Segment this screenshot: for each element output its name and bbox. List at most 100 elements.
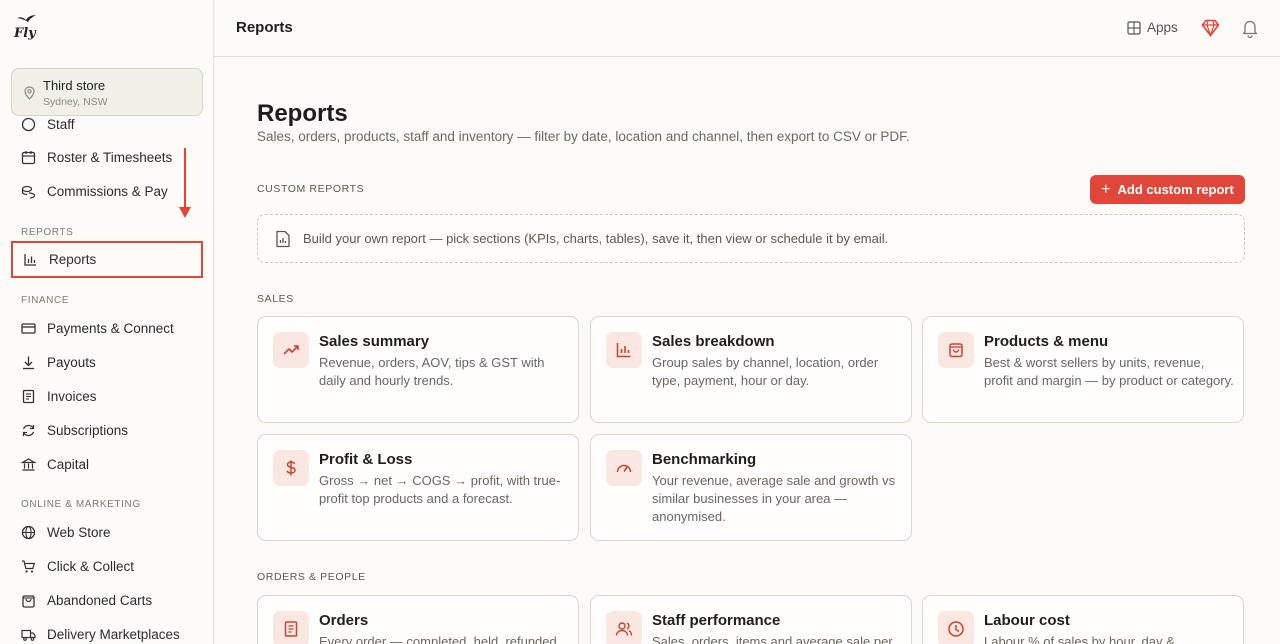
dollar-icon — [286, 460, 296, 476]
sidebar-item-subscriptions[interactable]: Subscriptions — [11, 414, 203, 446]
sidebar-item-label: Roster & Timesheets — [47, 149, 173, 165]
receipt-icon — [284, 621, 298, 637]
section-label-online: ONLINE & MARKETING — [21, 499, 141, 510]
card-description: Labour % of sales by hour, day & — [984, 634, 1175, 644]
sidebar-item-label: Web Store — [47, 524, 111, 540]
sidebar-item-label: Payouts — [47, 354, 96, 370]
sidebar-item-payouts[interactable]: Payouts — [11, 346, 203, 378]
bell-icon[interactable] — [1241, 18, 1259, 38]
sidebar-item-label: Payments & Connect — [47, 320, 174, 336]
add-custom-report-button[interactable]: + Add custom report — [1090, 175, 1245, 204]
section-label-finance: FINANCE — [21, 295, 70, 306]
invoice-icon — [22, 389, 35, 403]
section-label-orders-people: ORDERS & PEOPLE — [257, 571, 366, 583]
smile-icon — [21, 117, 36, 131]
custom-report-hint[interactable]: Build your own report — pick sections (K… — [257, 214, 1245, 263]
report-card-profit-loss[interactable]: Profit & Loss Gross → net → COGS → profi… — [257, 434, 579, 541]
report-card-sales-summary[interactable]: Sales summary Revenue, orders, AOV, tips… — [257, 316, 579, 423]
shopping-bag-icon — [949, 343, 963, 358]
section-label-reports: REPORTS — [21, 227, 74, 238]
topbar-title: Reports — [236, 19, 293, 36]
apps-button[interactable]: Apps — [1127, 20, 1178, 35]
cart-icon — [22, 559, 36, 573]
report-card-products-menu[interactable]: Products & menu Best & worst sellers by … — [922, 316, 1244, 423]
plus-icon: + — [1101, 180, 1111, 198]
sidebar-item-abandoned-carts[interactable]: Abandoned Carts — [11, 584, 203, 616]
sidebar-item-commissions[interactable]: Commissions & Pay — [11, 175, 203, 207]
sidebar-item-capital[interactable]: Capital — [11, 448, 203, 480]
icon-box — [273, 332, 309, 368]
sidebar-item-label: Click & Collect — [47, 558, 135, 574]
store-selector-overlay[interactable]: Third store Sydney, NSW — [11, 68, 203, 116]
icon-box — [273, 611, 309, 644]
sidebar-item-reports[interactable]: Reports — [11, 241, 203, 278]
card-title: Sales breakdown — [652, 333, 775, 350]
map-pin-icon — [24, 86, 35, 100]
add-custom-report-label: Add custom report — [1117, 182, 1234, 197]
icon-box — [938, 332, 974, 368]
refresh-icon — [22, 424, 35, 436]
credit-card-icon — [21, 322, 36, 334]
clock-icon — [948, 621, 964, 637]
store-name: Third store — [43, 78, 106, 93]
truck-icon — [21, 629, 36, 641]
sidebar-item-label: Delivery Marketplaces — [47, 626, 180, 642]
coins-icon — [21, 185, 36, 199]
card-title: Products & menu — [984, 333, 1109, 350]
icon-box — [273, 450, 309, 486]
sidebar-item-delivery[interactable]: Delivery Marketplaces — [11, 618, 203, 644]
section-label-custom-reports: CUSTOM REPORTS — [257, 183, 365, 195]
report-card-benchmarking[interactable]: Benchmarking Your revenue, average sale … — [590, 434, 912, 541]
custom-report-hint-text: Build your own report — pick sections (K… — [303, 231, 889, 246]
bag-icon — [22, 594, 35, 608]
sidebar-item-web-store[interactable]: Web Store — [11, 516, 203, 548]
sidebar-item-click-collect[interactable]: Click & Collect — [11, 550, 203, 582]
icon-box — [938, 611, 974, 644]
card-description: Group sales by channel, location, order … — [652, 355, 879, 388]
sidebar-item-payments[interactable]: Payments & Connect — [11, 312, 203, 344]
store-location: Sydney, NSW — [43, 96, 108, 108]
users-icon — [615, 622, 633, 636]
card-title: Staff performance — [652, 612, 781, 629]
grid-icon — [1127, 20, 1141, 35]
document-chart-icon — [276, 230, 290, 247]
icon-box — [606, 332, 642, 368]
apps-label: Apps — [1147, 20, 1178, 35]
logo[interactable]: Fly — [14, 26, 36, 41]
card-title: Profit & Loss — [319, 451, 413, 468]
main-content: Reports Sales, orders, products, staff a… — [214, 57, 1280, 644]
bar-chart-icon — [616, 343, 631, 358]
sidebar-item-label: Reports — [49, 252, 97, 267]
calendar-icon — [21, 150, 36, 164]
sidebar-item-label: Invoices — [47, 388, 97, 404]
card-description: Revenue, orders, AOV, tips & GST with da… — [319, 355, 545, 388]
card-description: Gross → net → COGS → profit, with true-p… — [319, 473, 561, 506]
card-title: Sales summary — [319, 333, 430, 350]
globe-icon — [21, 525, 36, 539]
card-title: Labour cost — [984, 612, 1070, 629]
report-card-labour-cost[interactable]: Labour cost Labour % of sales by hour, d… — [922, 595, 1244, 644]
section-label-sales: SALES — [257, 293, 294, 305]
bar-chart-icon — [24, 254, 36, 266]
trend-up-icon — [283, 345, 299, 355]
report-card-staff-performance[interactable]: Staff performance Sales, orders, items a… — [590, 595, 912, 644]
bank-icon — [21, 457, 36, 471]
card-description: Every order — completed, held, refunded — [319, 634, 557, 644]
gauge-icon — [616, 464, 632, 473]
sidebar-item-label: Capital — [47, 456, 90, 472]
sidebar-item-roster[interactable]: Roster & Timesheets — [11, 141, 203, 173]
sidebar-item-label: Commissions & Pay — [47, 183, 168, 199]
topbar: Reports Apps — [214, 0, 1280, 57]
sidebar-item-label: Abandoned Carts — [47, 592, 153, 608]
icon-box — [606, 450, 642, 486]
report-card-sales-breakdown[interactable]: Sales breakdown Group sales by channel, … — [590, 316, 912, 423]
page-subtitle: Sales, orders, products, staff and inven… — [257, 129, 910, 144]
sidebar-item-label: Subscriptions — [47, 422, 129, 438]
card-description: Sales, orders, items and average sale pe… — [652, 634, 893, 644]
gem-icon[interactable] — [1201, 19, 1220, 37]
card-description: Your revenue, average sale and growth vs… — [652, 473, 896, 524]
card-title: Orders — [319, 612, 369, 629]
annotation-arrow-head — [179, 207, 191, 218]
report-card-orders[interactable]: Orders Every order — completed, held, re… — [257, 595, 579, 644]
sidebar-item-invoices[interactable]: Invoices — [11, 380, 203, 412]
